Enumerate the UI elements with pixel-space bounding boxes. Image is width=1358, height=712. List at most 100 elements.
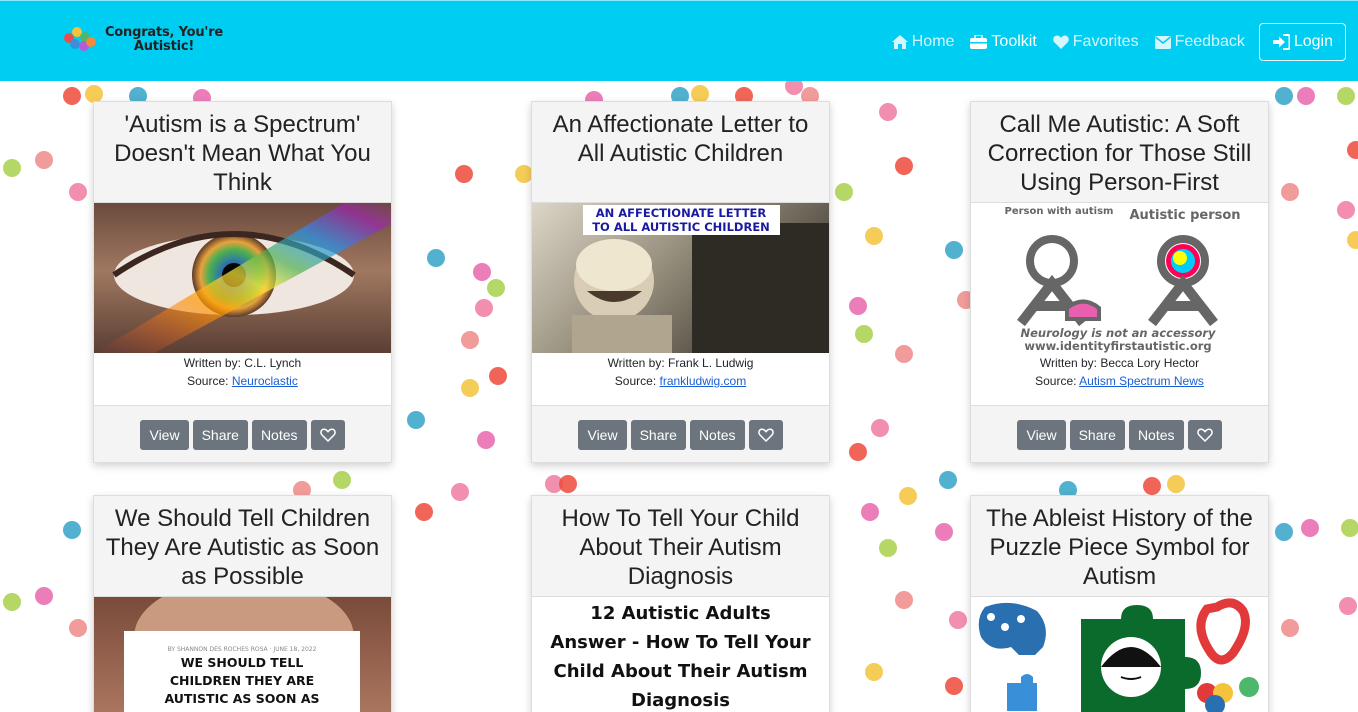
confetti-dot — [461, 331, 479, 349]
notes-button[interactable]: Notes — [1128, 419, 1184, 450]
puzzle-piece-image — [978, 598, 1259, 712]
view-button[interactable]: View — [1017, 419, 1066, 450]
card-image[interactable]: AN AFFECTIONATE LETTER TO ALL AUTISTIC C… — [532, 203, 829, 353]
favorite-button[interactable] — [748, 419, 783, 450]
brand-text: Congrats, You're Autistic! — [100, 26, 228, 54]
confetti-dot — [63, 521, 81, 539]
confetti-dot — [1347, 231, 1358, 249]
confetti-dot — [1297, 87, 1315, 105]
confetti-dot — [3, 159, 21, 177]
confetti-dot — [427, 249, 445, 267]
article-card: The Ableist History of the Puzzle Piece … — [970, 495, 1269, 712]
source-label: Source: — [1035, 374, 1077, 388]
heart-outline-icon — [757, 427, 774, 442]
login-label: Login — [1293, 33, 1333, 50]
author: Becca Lory Hector — [1100, 356, 1200, 370]
brand[interactable]: Congrats, You're Autistic! — [62, 23, 228, 57]
confetti-dot — [871, 419, 889, 437]
nav-favorites[interactable]: Favorites — [1053, 33, 1139, 51]
notes-button[interactable]: Notes — [689, 419, 745, 450]
toolbox-icon — [970, 35, 988, 49]
card-image[interactable]: BY SHANNON DES ROCHES ROSA · JUNE 18, 20… — [94, 597, 391, 712]
confetti-dot — [473, 263, 491, 281]
view-button[interactable]: View — [140, 419, 189, 450]
confetti-dot — [1337, 87, 1355, 105]
brand-line-2: Autistic! — [133, 39, 195, 54]
confetti-dot — [475, 299, 493, 317]
card-image[interactable] — [94, 203, 391, 353]
confetti-dot — [1301, 519, 1319, 537]
confetti-dot — [455, 165, 473, 183]
confetti-dot — [35, 587, 53, 605]
confetti-dot — [935, 523, 953, 541]
favorite-button[interactable] — [1187, 419, 1222, 450]
card-actions: View Share Notes — [971, 405, 1268, 462]
nav-toolkit[interactable]: Toolkit — [970, 33, 1037, 51]
nav-feedback-label: Feedback — [1174, 33, 1245, 50]
confetti-dot — [1143, 477, 1161, 495]
envelope-icon — [1154, 35, 1171, 49]
nav-feedback[interactable]: Feedback — [1154, 33, 1245, 51]
nav-favorites-label: Favorites — [1072, 33, 1139, 50]
confetti-dot — [899, 487, 917, 505]
source-link[interactable]: Autism Spectrum News — [1079, 374, 1204, 388]
author: C.L. Lynch — [244, 356, 302, 370]
eye-image — [94, 203, 391, 353]
source-label: Source: — [614, 374, 657, 388]
brand-logo-icon — [62, 23, 96, 57]
confetti-dot — [939, 471, 957, 489]
confetti-dot — [1281, 619, 1299, 637]
source-link[interactable]: Neuroclastic — [232, 374, 298, 388]
favorite-button[interactable] — [310, 419, 345, 450]
confetti-dot — [69, 183, 87, 201]
confetti-dot — [849, 297, 867, 315]
confetti-dot — [865, 663, 883, 681]
confetti-dot — [461, 379, 479, 397]
image-headline: WE SHOULD TELL CHILDREN THEY ARE AUTISTI… — [164, 655, 320, 706]
card-title[interactable]: An Affectionate Letter to All Autistic C… — [532, 102, 829, 203]
confetti-dot — [895, 157, 913, 175]
share-button[interactable]: Share — [1069, 419, 1125, 450]
card-meta: Written by: C.L. Lynch Source: Neuroclas… — [94, 353, 391, 405]
article-card: How To Tell Your Child About Their Autis… — [531, 495, 830, 712]
confetti-dot — [1337, 201, 1355, 219]
confetti-dot — [835, 183, 853, 201]
confetti-dot — [69, 619, 87, 637]
share-button[interactable]: Share — [192, 419, 248, 450]
card-image[interactable]: 12 Autistic Adults Answer - How To Tell … — [532, 597, 829, 712]
card-title[interactable]: The Ableist History of the Puzzle Piece … — [971, 496, 1268, 597]
confetti-dot — [849, 443, 867, 461]
confetti-dot — [895, 591, 913, 609]
confetti-dot — [1339, 597, 1357, 615]
card-actions: View Share Notes — [94, 405, 391, 462]
heart-outline-icon — [1196, 427, 1213, 442]
image-caption-2: www.identityfirstautistic.org — [1024, 339, 1211, 353]
card-meta: Written by: Frank L. Ludwig Source: fran… — [532, 353, 829, 405]
image-right-label: Autistic person — [1129, 208, 1240, 223]
nav-home[interactable]: Home — [891, 33, 954, 51]
card-title[interactable]: 'Autism is a Spectrum' Doesn't Mean What… — [94, 102, 391, 203]
card-actions: View Share Notes — [532, 405, 829, 462]
confetti-dot — [865, 227, 883, 245]
card-image[interactable]: Person with autism Autistic person Neuro… — [971, 203, 1268, 353]
confetti-dot — [879, 103, 897, 121]
card-title[interactable]: How To Tell Your Child About Their Autis… — [532, 496, 829, 597]
confetti-dot — [35, 151, 53, 169]
card-title[interactable]: We Should Tell Children They Are Autisti… — [94, 496, 391, 597]
confetti-dot — [63, 87, 81, 105]
card-title[interactable]: Call Me Autistic: A Soft Correction for … — [971, 102, 1268, 203]
child-photo-image: AN AFFECTIONATE LETTER TO ALL AUTISTIC C… — [572, 205, 829, 353]
source-link[interactable]: frankludwig.com — [660, 374, 747, 388]
card-image[interactable] — [971, 597, 1268, 712]
share-button[interactable]: Share — [630, 419, 686, 450]
identity-first-image: Person with autism Autistic person Neuro… — [1005, 206, 1241, 353]
confetti-dot — [861, 503, 879, 521]
confetti-dot — [945, 677, 963, 695]
card-meta: Written by: Becca Lory Hector Source: Au… — [971, 353, 1268, 405]
view-button[interactable]: View — [578, 419, 627, 450]
notes-button[interactable]: Notes — [251, 419, 307, 450]
image-left-label: Person with autism — [1005, 206, 1114, 217]
login-button[interactable]: Login — [1258, 23, 1346, 61]
confetti-dot — [945, 241, 963, 259]
confetti-dot — [1281, 183, 1299, 201]
